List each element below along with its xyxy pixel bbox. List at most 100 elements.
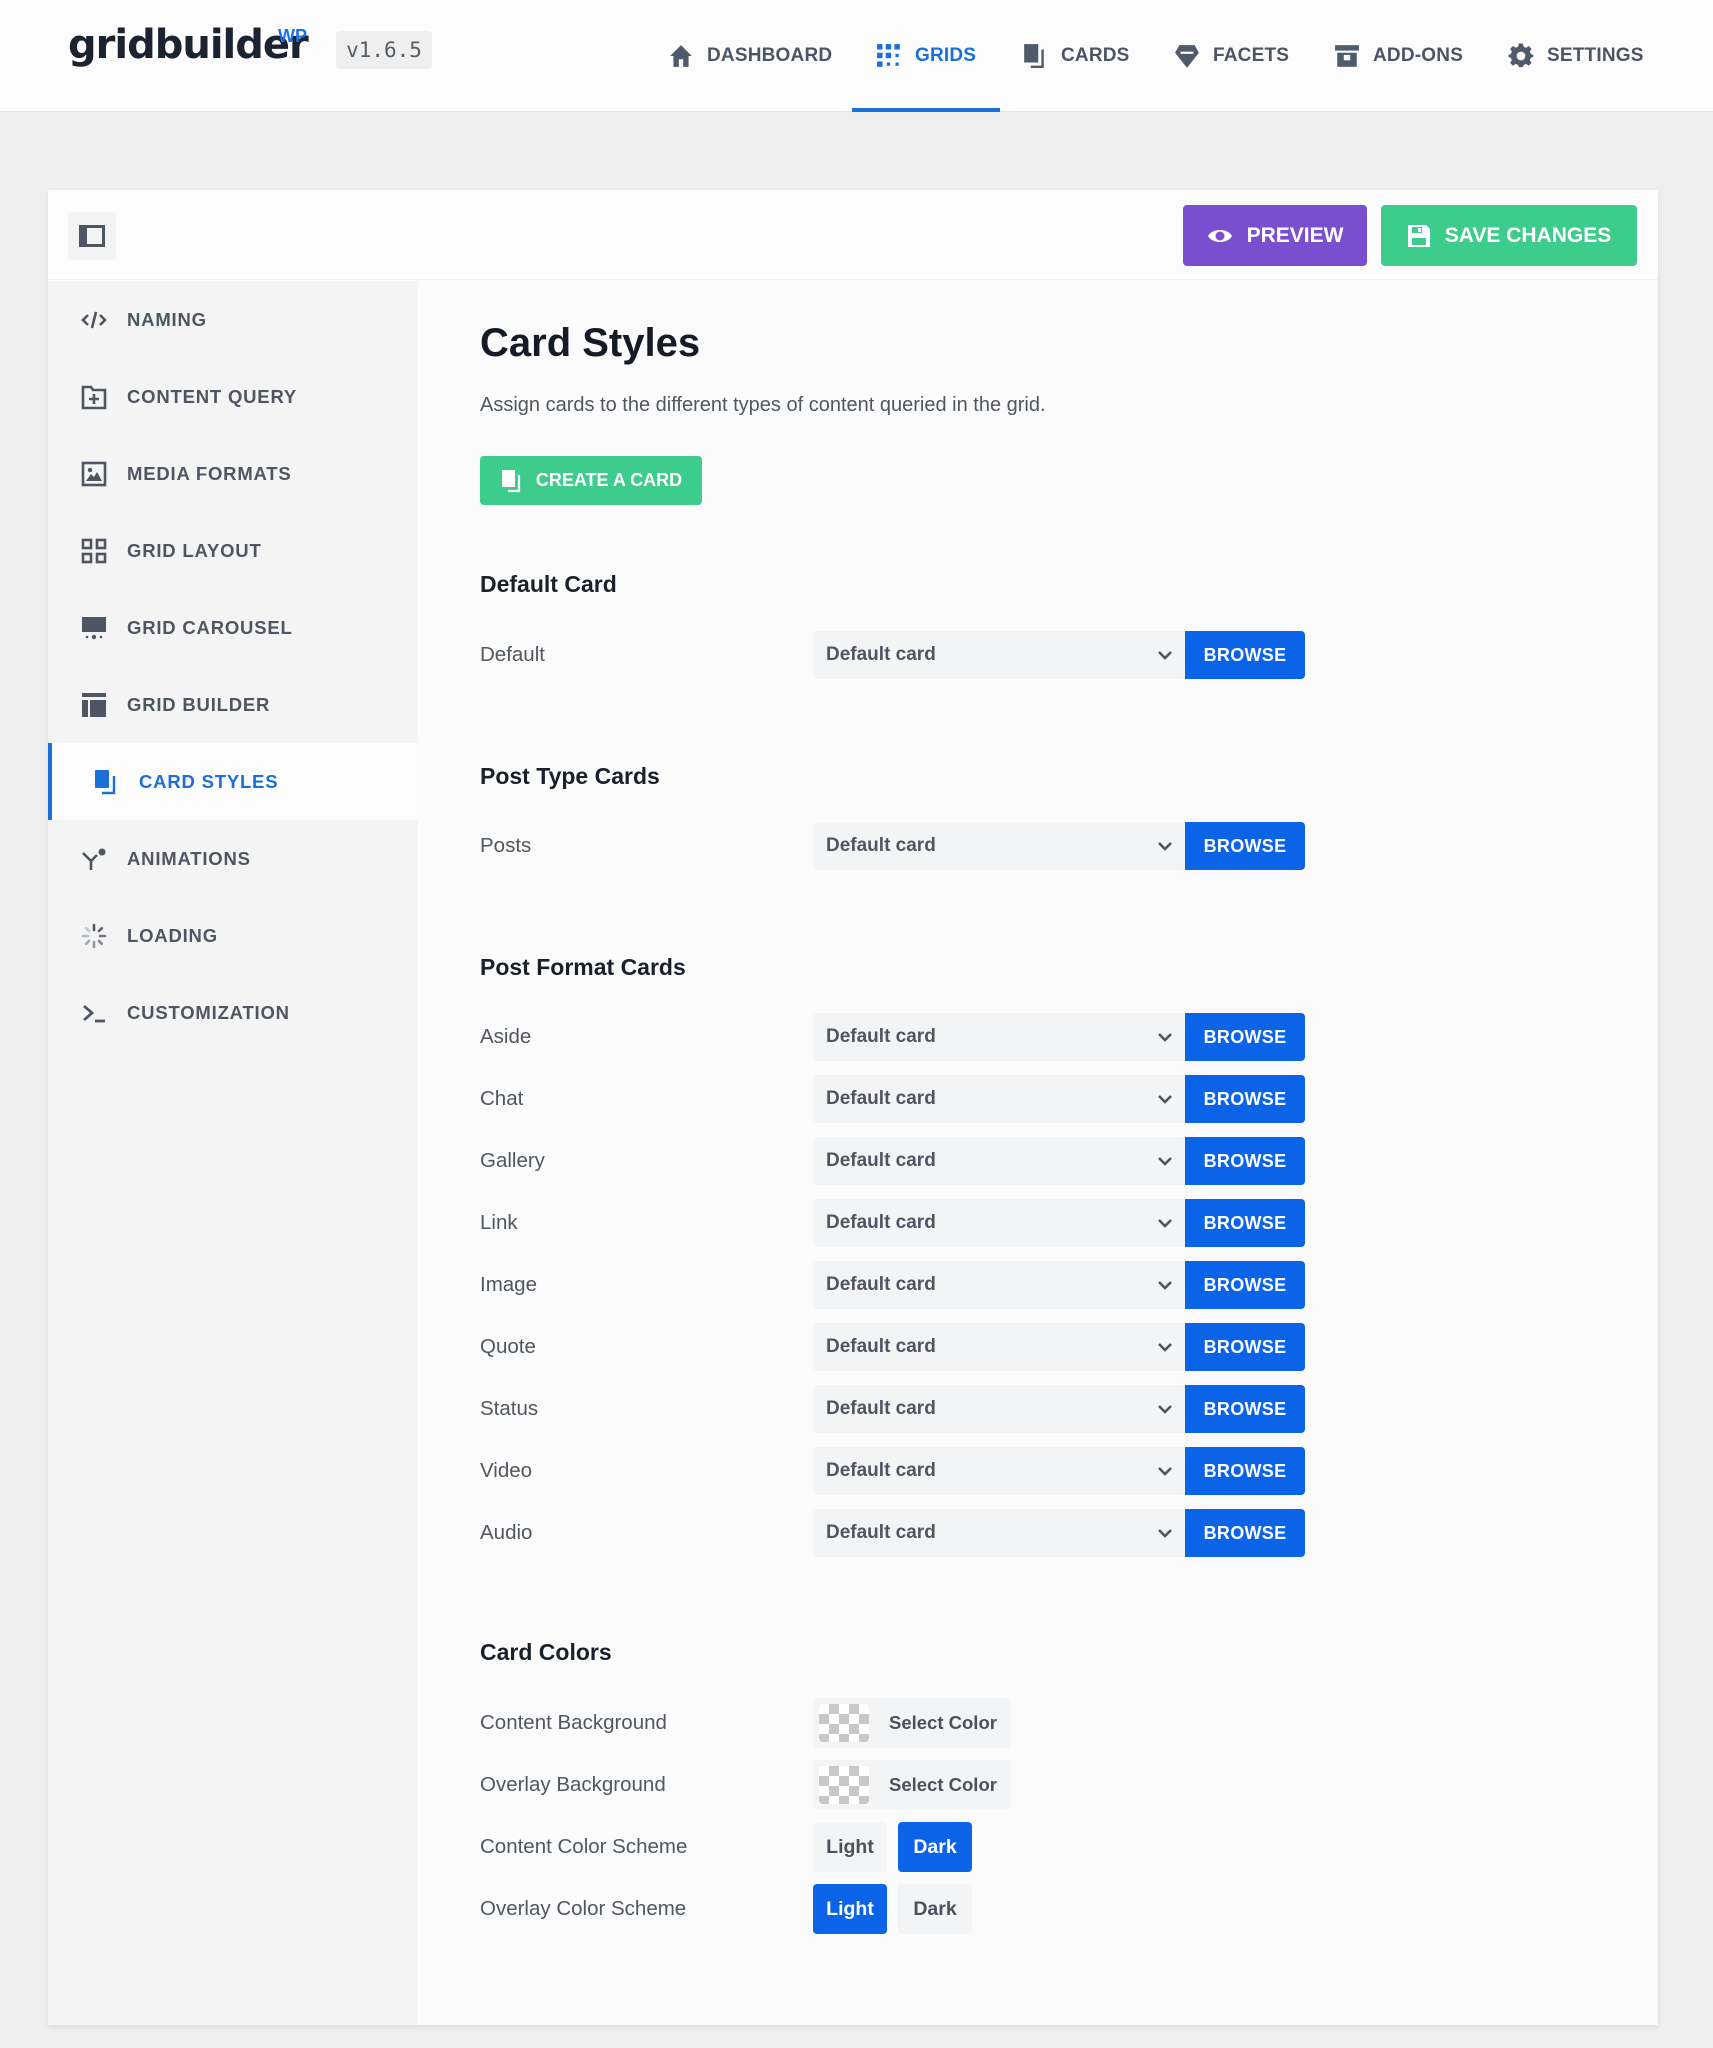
browse-button[interactable]: BROWSE: [1185, 1075, 1305, 1123]
preview-button[interactable]: PREVIEW: [1183, 205, 1367, 266]
browse-button[interactable]: BROWSE: [1185, 822, 1305, 870]
preview-label: PREVIEW: [1246, 223, 1344, 247]
nav-add-ons[interactable]: ADD-ONS: [1334, 0, 1463, 112]
overlay-scheme-light-button[interactable]: Light: [813, 1884, 887, 1934]
settings-panel: PREVIEW SAVE CHANGES NAMING CONTENT QUER…: [48, 190, 1658, 2025]
sidebar-item-label: ANIMATIONS: [127, 847, 251, 869]
nav-facets[interactable]: FACETS: [1174, 0, 1289, 112]
select-value: Default card: [826, 1336, 936, 1357]
row-label: Aside: [480, 1025, 532, 1048]
grid-icon: [877, 44, 900, 67]
chevron-down-icon: [1158, 1343, 1172, 1352]
sidebar-item-label: GRID CAROUSEL: [127, 616, 293, 638]
gear-icon: [1508, 43, 1534, 68]
terminal-icon: [80, 999, 108, 1027]
nav-label: ADD-ONS: [1373, 45, 1464, 66]
browse-button[interactable]: BROWSE: [1185, 631, 1305, 679]
animation-icon: [80, 845, 108, 873]
row-label: Link: [480, 1211, 518, 1234]
row-label: Overlay Color Scheme: [480, 1897, 687, 1920]
card-select[interactable]: Default card: [813, 1261, 1185, 1309]
overlay-background-color-picker[interactable]: Select Color: [813, 1760, 1011, 1810]
nav-settings[interactable]: SETTINGS: [1508, 0, 1644, 112]
browse-button[interactable]: BROWSE: [1185, 1323, 1305, 1371]
card-select[interactable]: Default card: [813, 1075, 1185, 1123]
sidebar-item-loading[interactable]: LOADING: [48, 897, 418, 974]
section-title-post-format-cards: Post Format Cards: [480, 954, 686, 980]
home-icon: [670, 45, 692, 67]
card-row-status: Status Default card BROWSE: [480, 1385, 1305, 1433]
browse-button[interactable]: BROWSE: [1185, 1509, 1305, 1557]
sidebar-toggle-button[interactable]: [68, 212, 116, 260]
content-scheme-dark-button[interactable]: Dark: [898, 1822, 972, 1872]
sidebar-item-card-styles[interactable]: CARD STYLES: [48, 743, 418, 820]
nav-cards[interactable]: CARDS: [1022, 0, 1130, 112]
logo-text: gridbuilder: [68, 22, 309, 68]
card-row-image: Image Default card BROWSE: [480, 1261, 1305, 1309]
card-row-audio: Audio Default card BROWSE: [480, 1509, 1305, 1557]
nav-dashboard[interactable]: DASHBOARD: [668, 0, 832, 112]
browse-button[interactable]: BROWSE: [1185, 1385, 1305, 1433]
card-select[interactable]: Default card: [813, 1385, 1185, 1433]
card-select[interactable]: Default card: [813, 1509, 1185, 1557]
save-changes-button[interactable]: SAVE CHANGES: [1381, 205, 1637, 266]
create-card-button[interactable]: CREATE A CARD: [480, 456, 702, 505]
select-value: Default card: [826, 1398, 936, 1419]
content-scheme-light-button[interactable]: Light: [813, 1822, 887, 1872]
section-title-post-type-cards: Post Type Cards: [480, 763, 660, 789]
browse-button[interactable]: BROWSE: [1185, 1137, 1305, 1185]
card-row-default: Default Default card BROWSE: [480, 631, 1305, 679]
card-select[interactable]: Default card: [813, 822, 1185, 870]
image-icon: [80, 460, 108, 488]
sidebar-item-label: CUSTOMIZATION: [127, 1001, 290, 1023]
select-color-label: Select Color: [889, 1712, 997, 1733]
card-row-posts: Posts Default card BROWSE: [480, 822, 1305, 870]
create-card-label: CREATE A CARD: [535, 470, 683, 490]
row-label: Audio: [480, 1521, 533, 1544]
sidebar-item-label: LOADING: [127, 924, 218, 946]
select-value: Default card: [826, 1212, 936, 1233]
card-select[interactable]: Default card: [813, 1013, 1185, 1061]
browse-button[interactable]: BROWSE: [1185, 1013, 1305, 1061]
chevron-down-icon: [1158, 651, 1172, 660]
row-label: Gallery: [480, 1149, 545, 1172]
cards-icon: [1024, 44, 1044, 69]
sidebar-item-grid-builder[interactable]: GRID BUILDER: [48, 666, 418, 743]
sidebar-item-label: MEDIA FORMATS: [127, 462, 292, 484]
sidebar-item-media-formats[interactable]: MEDIA FORMATS: [48, 435, 418, 512]
browse-button[interactable]: BROWSE: [1185, 1261, 1305, 1309]
cards-icon: [92, 768, 120, 796]
overlay-background-row: Overlay Background Select Color: [480, 1760, 1300, 1810]
sidebar-item-grid-layout[interactable]: GRID LAYOUT: [48, 512, 418, 589]
overlay-scheme-dark-button[interactable]: Dark: [898, 1884, 972, 1934]
section-title-card-colors: Card Colors: [480, 1639, 612, 1665]
sidebar-item-content-query[interactable]: CONTENT QUERY: [48, 358, 418, 435]
browse-button[interactable]: BROWSE: [1185, 1447, 1305, 1495]
select-value: Default card: [826, 1150, 936, 1171]
chevron-down-icon: [1158, 1281, 1172, 1290]
select-value: Default card: [826, 644, 936, 665]
sidebar: NAMING CONTENT QUERY MEDIA FORMATS GRID …: [48, 281, 418, 2025]
sidebar-item-naming[interactable]: NAMING: [48, 281, 418, 358]
panel-header: PREVIEW SAVE CHANGES: [48, 190, 1658, 280]
floppy-disk-icon: [1407, 224, 1430, 247]
card-select[interactable]: Default card: [813, 1199, 1185, 1247]
content-background-color-picker[interactable]: Select Color: [813, 1698, 1011, 1748]
sidebar-item-customization[interactable]: CUSTOMIZATION: [48, 974, 418, 1051]
sidebar-item-grid-carousel[interactable]: GRID CAROUSEL: [48, 589, 418, 666]
browse-button[interactable]: BROWSE: [1185, 1199, 1305, 1247]
card-row-quote: Quote Default card BROWSE: [480, 1323, 1305, 1371]
card-select[interactable]: Default card: [813, 1137, 1185, 1185]
select-color-label: Select Color: [889, 1774, 997, 1795]
logo[interactable]: gridbuilder: [68, 22, 309, 72]
card-select[interactable]: Default card: [813, 631, 1185, 679]
cards-icon: [501, 469, 520, 492]
card-select[interactable]: Default card: [813, 1323, 1185, 1371]
version-badge: v1.6.5: [336, 31, 432, 69]
row-label: Status: [480, 1397, 539, 1420]
chevron-down-icon: [1158, 1157, 1172, 1166]
eye-icon: [1207, 229, 1232, 242]
card-select[interactable]: Default card: [813, 1447, 1185, 1495]
nav-grids[interactable]: GRIDS: [851, 0, 1001, 112]
sidebar-item-animations[interactable]: ANIMATIONS: [48, 820, 418, 897]
